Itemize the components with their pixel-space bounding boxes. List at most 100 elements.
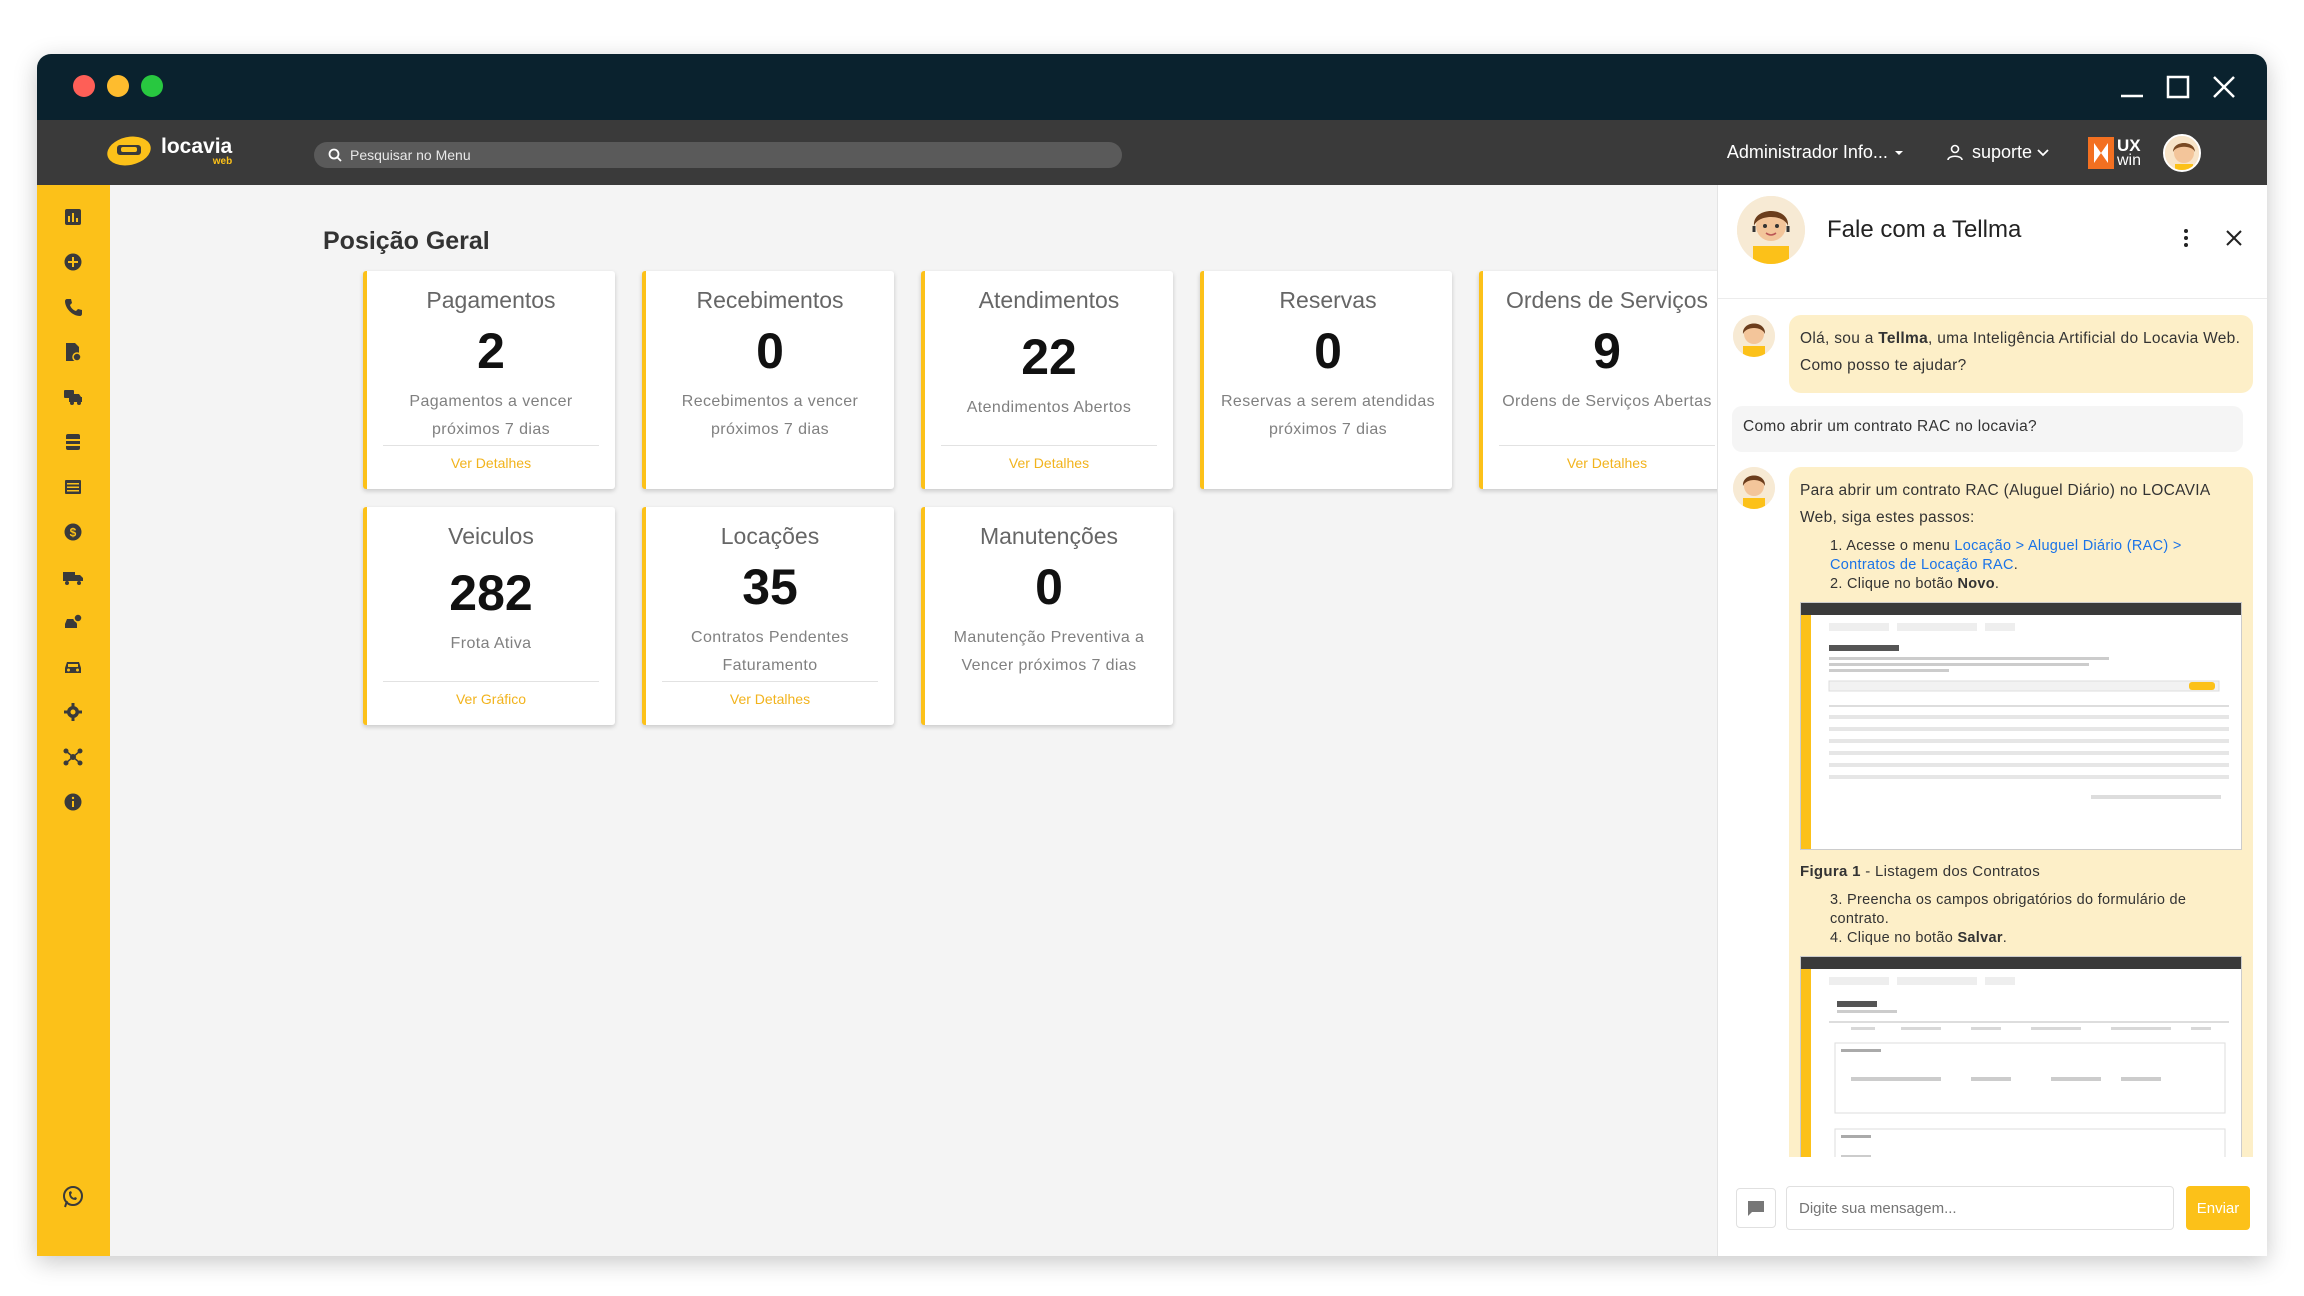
dashboard-main: Posição Geral Pagamentos 2 Pagamentos a … — [110, 185, 1731, 1256]
user-message: Como abrir um contrato RAC no locavia? — [1732, 406, 2243, 452]
step-3: 3. Preencha os campos obrigatórios do fo… — [1830, 892, 2187, 927]
maximize-window-dot[interactable] — [141, 75, 163, 97]
step-text: . — [1994, 576, 2000, 592]
car-maintenance-icon[interactable] — [61, 610, 85, 634]
close-icon[interactable] — [2225, 229, 2243, 247]
avatar-face-icon — [2165, 135, 2199, 170]
sidebar: $ — [37, 185, 110, 1256]
assistant-message: Olá, sou a Tellma, uma Inteligência Arti… — [1789, 315, 2253, 393]
gear-icon[interactable] — [61, 700, 85, 724]
minimize-icon[interactable] — [2115, 70, 2149, 104]
card-veiculos: Veiculos 282 Frota Ativa Ver Gráfico — [363, 507, 615, 725]
chat-bubble-icon — [1748, 1201, 1764, 1216]
card-value: 9 — [1593, 323, 1621, 379]
user-menu[interactable]: suporte — [1944, 142, 2054, 164]
close-icon[interactable] — [2207, 70, 2241, 104]
chat-bubble-button[interactable] — [1736, 1188, 1776, 1228]
chat-header-divider — [1718, 298, 2267, 299]
card-title: Atendimentos — [978, 287, 1120, 313]
step-2: 2. Clique no botão Novo. — [1830, 576, 2000, 592]
add-circle-icon[interactable] — [61, 250, 85, 274]
close-window-dot[interactable] — [73, 75, 95, 97]
card-value: 0 — [1314, 323, 1342, 379]
svg-text:$: $ — [70, 526, 77, 540]
assistant-name: Tellma — [1878, 330, 1929, 347]
minimize-window-dot[interactable] — [107, 75, 129, 97]
more-vertical-icon[interactable] — [2183, 228, 2189, 248]
card-value: 282 — [449, 565, 533, 621]
menu-search[interactable]: Pesquisar no Menu — [314, 142, 1122, 168]
car-rental-icon[interactable] — [61, 385, 85, 409]
logo-subtext: web — [212, 155, 233, 167]
card-divider — [1499, 445, 1715, 446]
message-input[interactable] — [1786, 1186, 2174, 1230]
figure-1-screenshot[interactable] — [1800, 602, 2242, 850]
app-header: locavia web Pesquisar no Menu Administra… — [37, 120, 2267, 185]
locavia-logo[interactable]: locavia web — [105, 134, 232, 168]
chevron-down-icon — [2037, 148, 2049, 156]
step-1: 1. Acesse o menu Locação > Aluguel Diári… — [1830, 538, 2182, 573]
assistant-avatar-small — [1733, 467, 1775, 509]
dollar-icon[interactable]: $ — [61, 520, 85, 544]
chat-composer: Enviar — [1718, 1160, 2267, 1256]
card-value: 22 — [1021, 329, 1077, 385]
network-icon[interactable] — [61, 745, 85, 769]
card-value: 0 — [756, 323, 784, 379]
card-description: Contratos Pendentes Faturamento — [691, 629, 849, 674]
user-avatar[interactable] — [2163, 133, 2201, 172]
figure-label: Figura 1 — [1800, 863, 1861, 880]
table-icon[interactable] — [61, 475, 85, 499]
card-value: 35 — [742, 559, 798, 615]
header-actions: Administrador Info... suporte UX win — [1727, 120, 2267, 185]
caret-down-icon — [1894, 150, 1903, 155]
card-details-link[interactable]: Ver Detalhes — [1483, 455, 1731, 471]
truck-icon[interactable] — [61, 565, 85, 589]
figure-2-screenshot[interactable] — [1800, 956, 2242, 1157]
card-description: Reservas a serem atendidas próximos 7 di… — [1220, 393, 1436, 438]
card-chart-link[interactable]: Ver Gráfico — [367, 691, 615, 707]
send-button[interactable]: Enviar — [2186, 1186, 2250, 1230]
car-logo-icon — [107, 136, 151, 166]
card-details-link[interactable]: Ver Detalhes — [367, 455, 615, 471]
company-selector-label: Administrador Info... — [1726, 142, 1888, 162]
uxwin-logo[interactable]: UX win — [2087, 135, 2141, 169]
phone-icon[interactable] — [61, 295, 85, 319]
chat-messages: Olá, sou a Tellma, uma Inteligência Arti… — [1718, 315, 2267, 1157]
figure-caption: Figura 1 - Listagem dos Contratos — [1800, 858, 2242, 885]
info-icon[interactable] — [61, 790, 85, 814]
step-text: . — [2002, 930, 2008, 946]
card-reservas: Reservas 0 Reservas a serem atendidas pr… — [1200, 271, 1452, 489]
card-title: Manutenções — [979, 523, 1119, 549]
card-details-link[interactable]: Ver Detalhes — [925, 455, 1173, 471]
card-details-link[interactable]: Ver Detalhes — [646, 691, 894, 707]
card-divider — [941, 445, 1157, 446]
card-description: Atendimentos Abertos — [966, 399, 1132, 416]
card-value: 0 — [1035, 559, 1063, 615]
card-recebimentos: Recebimentos 0 Recebimentos a vencer pró… — [642, 271, 894, 489]
chat-header: Fale com a Tellma — [1718, 185, 2267, 275]
card-ordens-servicos: Ordens de Serviços 9 Ordens de Serviços … — [1479, 271, 1731, 489]
card-divider — [662, 681, 878, 682]
document-settings-icon[interactable] — [61, 340, 85, 364]
card-divider — [383, 445, 599, 446]
road-icon[interactable] — [61, 430, 85, 454]
card-title: Reservas — [1279, 287, 1377, 313]
card-description: Pagamentos a vencer próximos 7 dias — [409, 393, 573, 438]
figure-text: - Listagem dos Contratos — [1860, 863, 2040, 880]
search-input[interactable]: Pesquisar no Menu — [350, 147, 471, 163]
car-icon[interactable] — [61, 655, 85, 679]
logo-text: locavia — [161, 134, 233, 158]
step-text: . — [2013, 557, 2019, 573]
step-bold: Novo — [1957, 576, 1995, 592]
card-description: Ordens de Serviços Abertas — [1502, 393, 1712, 410]
card-description: Manutenção Preventiva a Vencer próximos … — [953, 629, 1145, 674]
assistant-message: Para abrir um contrato RAC (Aluguel Diár… — [1789, 467, 2253, 1157]
ux-text: UX — [2116, 135, 2141, 155]
dashboard-icon[interactable] — [61, 205, 85, 229]
message-text: Olá, sou a — [1800, 330, 1879, 347]
company-selector[interactable]: Administrador Info... — [1727, 142, 1910, 164]
card-value: 2 — [477, 323, 505, 379]
whatsapp-icon[interactable] — [61, 1185, 85, 1209]
maximize-icon[interactable] — [2161, 70, 2195, 104]
search-icon — [328, 148, 342, 162]
